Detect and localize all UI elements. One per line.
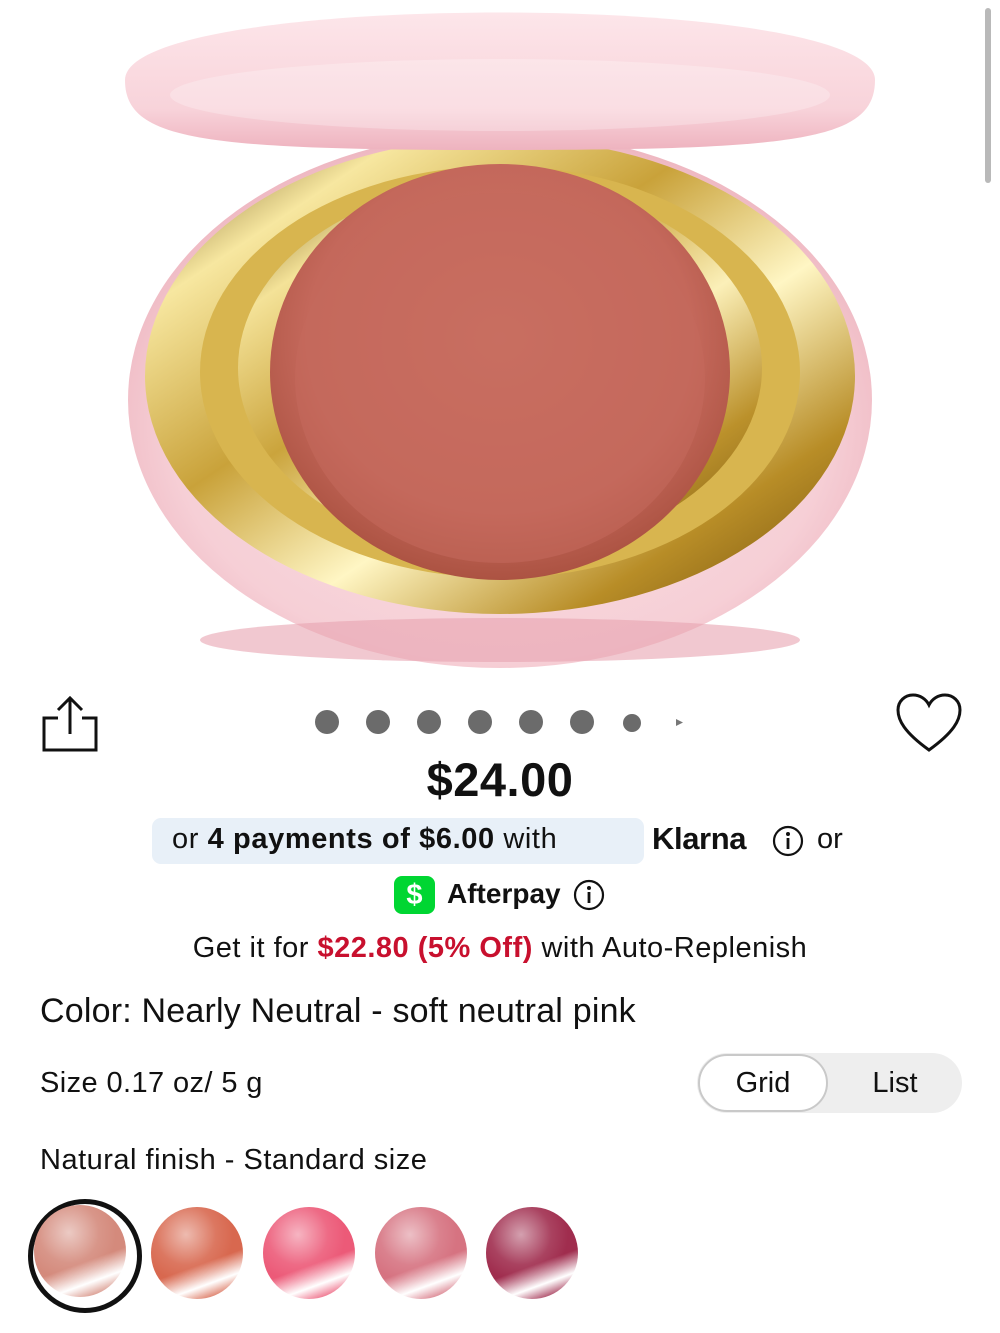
color-label: Color: Nearly Neutral - soft neutral pin… [40, 992, 636, 1030]
swatch[interactable] [263, 1207, 355, 1299]
share-button[interactable] [40, 692, 102, 754]
carousel-dot[interactable] [676, 719, 683, 726]
wishlist-button[interactable] [894, 692, 964, 754]
price: $24.00 [426, 753, 574, 806]
grid-view-button[interactable]: Grid [698, 1054, 828, 1112]
carousel-dot[interactable] [519, 710, 543, 734]
carousel-dot[interactable] [570, 710, 594, 734]
cashapp-icon: $ [394, 876, 435, 914]
carousel-dot[interactable] [468, 710, 492, 734]
finish-label: Natural finish - Standard size [40, 1144, 428, 1176]
afterpay-label[interactable]: Afterpay [447, 878, 561, 910]
klarna-installment-text[interactable]: or 4 payments of $6.00 with [172, 823, 557, 856]
share-icon [42, 695, 98, 752]
view-toggle[interactable]: Grid List [697, 1053, 962, 1113]
auto-replenish-suffix: with Auto-Replenish [532, 932, 808, 964]
heart-icon [896, 693, 962, 752]
klarna-prefix: or [172, 823, 208, 855]
auto-replenish-discount: $22.80 (5% Off) [317, 932, 533, 964]
carousel-dot[interactable] [366, 710, 390, 734]
klarna-installment-amount: 4 payments of $6.00 [207, 823, 495, 855]
auto-replenish-text: Get it for $22.80 (5% Off) with Auto-Rep… [0, 932, 1000, 965]
product-image[interactable] [0, 0, 1000, 680]
or-label: or [817, 823, 843, 855]
list-view-button[interactable]: List [831, 1054, 959, 1112]
info-icon [573, 879, 605, 911]
carousel-dot[interactable] [417, 710, 441, 734]
carousel-dot[interactable] [623, 714, 641, 732]
swatch[interactable] [486, 1207, 578, 1299]
carousel-dots[interactable] [310, 706, 690, 738]
blush-compact-illustration [125, 12, 875, 668]
klarna-suffix: with [494, 823, 558, 855]
info-icon[interactable] [573, 879, 605, 911]
size-label: Size 0.17 oz/ 5 g [40, 1067, 263, 1099]
info-icon[interactable] [772, 825, 804, 857]
swatch[interactable] [151, 1207, 243, 1299]
info-icon [772, 825, 804, 857]
auto-replenish-prefix: Get it for [192, 932, 318, 964]
swatch[interactable] [375, 1207, 467, 1299]
carousel-dot[interactable] [315, 710, 339, 734]
klarna-logo: Klarna [652, 821, 747, 856]
swatch-nearly-neutral[interactable] [34, 1205, 126, 1297]
